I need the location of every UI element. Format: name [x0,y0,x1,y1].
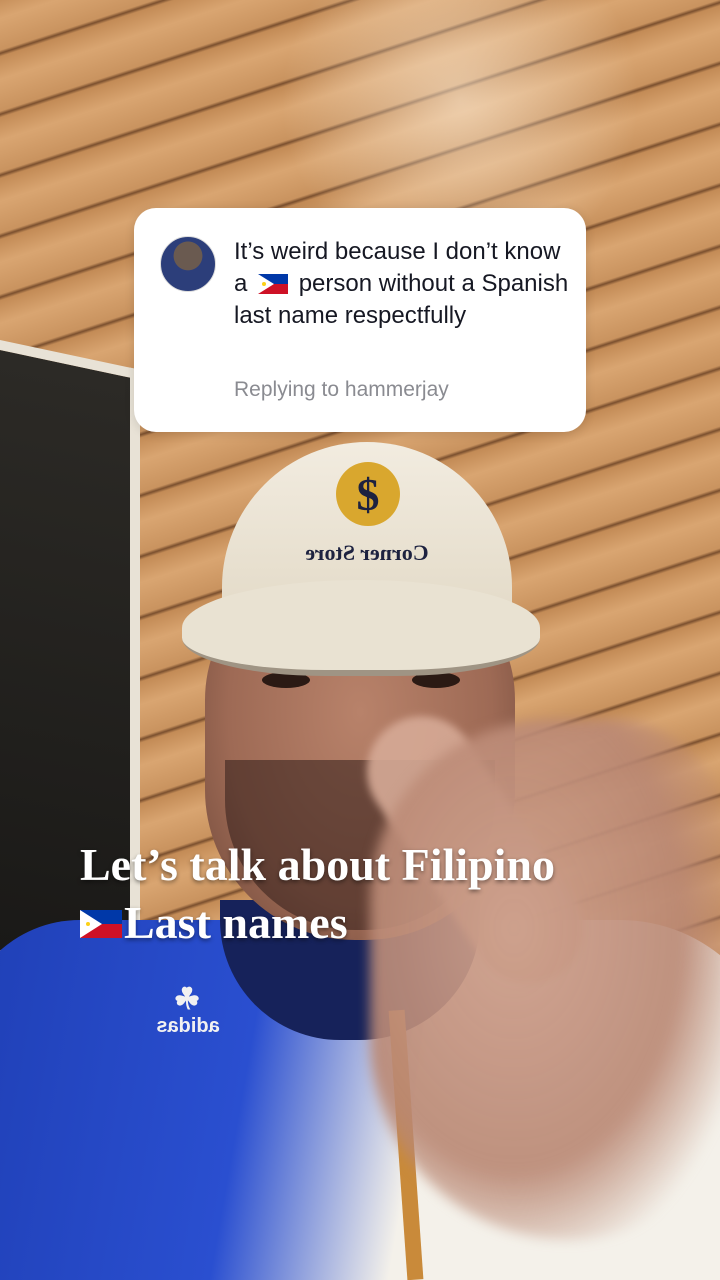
commenter-avatar[interactable] [160,236,216,292]
hand [370,720,720,1240]
caption-line2: Last names [124,897,348,948]
adidas-trefoil-icon: ☘ [175,983,201,1016]
caption-line1: Let’s talk about Filipino [80,839,555,890]
philippines-flag-icon [258,274,289,294]
cap-text: Corner Store [305,540,429,565]
replying-to-label: Replying to hammerjay [234,378,449,401]
philippines-flag-icon [80,910,122,938]
cap-logo: $ [336,462,400,526]
reply-comment-card[interactable]: It’s weird because I don’t know a person… [134,208,586,432]
video-caption: Let’s talk about Filipino Last names [80,836,700,952]
comment-text: It’s weird because I don’t know a person… [234,236,574,332]
adidas-wordmark: adidas [156,1015,220,1037]
adidas-logo: ☘ adidas [148,983,228,1038]
cap-brim [182,580,540,676]
video-frame[interactable]: $ Corner Store ☘ adidas [0,0,720,1280]
